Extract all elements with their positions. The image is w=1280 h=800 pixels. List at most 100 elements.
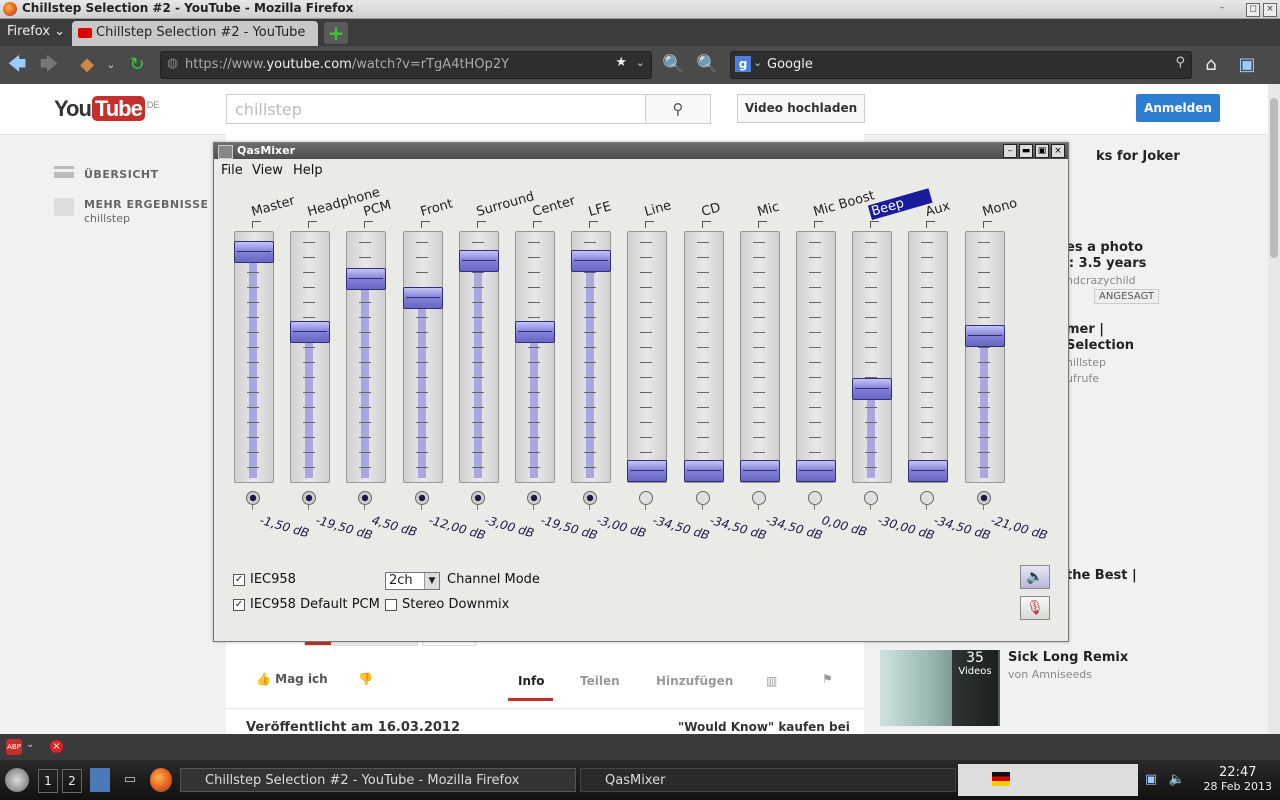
network-icon[interactable]: ▣ bbox=[1142, 768, 1160, 792]
capture-mic-button[interactable]: 🎙 bbox=[1020, 596, 1050, 620]
channel-switch-lfe[interactable] bbox=[583, 491, 597, 510]
web-search-input[interactable]: g ⌄ Google ⚲ bbox=[730, 51, 1192, 79]
zoom-out-icon[interactable]: 🔍 bbox=[662, 54, 684, 76]
guide-item-more-results[interactable]: MEHR ERGEBNISSE chillstep bbox=[54, 196, 224, 228]
channel-mode-select[interactable]: 2ch ▼ bbox=[385, 572, 440, 590]
channel-switch-line[interactable] bbox=[639, 491, 653, 510]
volume-slider-surround[interactable] bbox=[459, 231, 499, 483]
slider-handle[interactable] bbox=[459, 250, 499, 272]
volume-slider-beep[interactable] bbox=[852, 231, 892, 483]
channel-switch-mic-boost[interactable] bbox=[808, 491, 822, 510]
mixer-minimize-button[interactable]: – bbox=[1003, 144, 1017, 158]
slider-handle[interactable] bbox=[965, 325, 1005, 347]
slider-handle[interactable] bbox=[403, 287, 443, 309]
slider-handle[interactable] bbox=[290, 321, 330, 343]
bookmarks-menu-icon[interactable]: ▣ bbox=[1236, 54, 1258, 76]
volume-slider-front[interactable] bbox=[403, 231, 443, 483]
home-icon[interactable]: ⌂ bbox=[1200, 54, 1222, 76]
slider-handle[interactable] bbox=[684, 460, 724, 482]
url-dropdown-icon[interactable]: ⌄ bbox=[636, 56, 645, 69]
slider-handle[interactable] bbox=[234, 241, 274, 263]
guide-item-overview[interactable]: ÜBERSICHT bbox=[54, 164, 224, 196]
slider-handle[interactable] bbox=[908, 460, 948, 482]
buy-link[interactable]: "Would Know" kaufen bei bbox=[678, 720, 850, 734]
flag-icon[interactable]: ⚑ bbox=[822, 672, 833, 686]
zoom-in-icon[interactable]: 🔍 bbox=[696, 54, 718, 76]
binoculars-icon[interactable]: ⚲ bbox=[1175, 55, 1185, 70]
page-scrollbar[interactable] bbox=[1268, 84, 1280, 734]
iec958-checkbox[interactable]: ✓ bbox=[233, 574, 245, 586]
firefox-launcher-icon[interactable] bbox=[150, 768, 172, 792]
url-bar[interactable]: ◍ https://www.youtube.com/watch?v=rTgA4t… bbox=[160, 51, 652, 79]
slider-handle[interactable] bbox=[627, 460, 667, 482]
tab-youtube[interactable]: Chillstep Selection #2 - YouTube bbox=[72, 21, 318, 46]
slider-handle[interactable] bbox=[740, 460, 780, 482]
related-title[interactable]: Selection bbox=[1066, 338, 1134, 353]
slider-handle[interactable] bbox=[515, 321, 555, 343]
file-manager-icon[interactable] bbox=[90, 768, 110, 792]
mixer-shade-button[interactable]: ▬ bbox=[1019, 144, 1033, 158]
playback-speaker-button[interactable]: 🔈 bbox=[1020, 565, 1050, 589]
mixer-maximize-button[interactable]: ▣ bbox=[1035, 144, 1049, 158]
channel-switch-headphone[interactable] bbox=[302, 491, 316, 510]
stats-icon[interactable]: ▥ bbox=[766, 674, 777, 688]
error-icon[interactable]: × bbox=[50, 740, 63, 753]
close-button[interactable]: × bbox=[1263, 3, 1277, 17]
volume-slider-cd[interactable] bbox=[684, 231, 724, 483]
forward-arrow-icon[interactable]: 🡆 bbox=[38, 54, 60, 76]
reload-icon[interactable]: ↻ bbox=[126, 54, 148, 76]
workspace-1[interactable]: 1 bbox=[38, 769, 58, 793]
channel-switch-master[interactable] bbox=[246, 491, 260, 510]
slider-handle[interactable] bbox=[346, 268, 386, 290]
chevron-down-icon[interactable]: ⌄ bbox=[100, 54, 122, 76]
volume-slider-lfe[interactable] bbox=[571, 231, 611, 483]
desktop-icon[interactable]: ▭ bbox=[120, 768, 140, 792]
related-title[interactable]: the Best | bbox=[1066, 568, 1137, 583]
mixer-close-button[interactable]: × bbox=[1051, 144, 1065, 158]
adblock-icon[interactable]: ABP bbox=[6, 739, 22, 755]
task-qasmixer[interactable]: QasMixer bbox=[580, 768, 956, 792]
workspace-2[interactable]: 2 bbox=[62, 769, 82, 793]
tab-add[interactable]: Hinzufügen bbox=[656, 674, 733, 688]
video-thumbnail[interactable]: 35 Videos bbox=[880, 650, 1000, 726]
maximize-button[interactable]: ◻ bbox=[1246, 3, 1260, 17]
channel-switch-cd[interactable] bbox=[696, 491, 710, 510]
youtube-search-button[interactable]: ⚲ bbox=[645, 94, 711, 124]
related-title[interactable]: ks for Joker bbox=[1096, 149, 1180, 164]
volume-slider-aux[interactable] bbox=[908, 231, 948, 483]
volume-slider-pcm[interactable] bbox=[346, 231, 386, 483]
related-title[interactable]: mer | bbox=[1066, 322, 1104, 337]
firefox-menu-button[interactable]: Firefox ⌄ bbox=[7, 24, 65, 39]
volume-slider-mono[interactable] bbox=[965, 231, 1005, 483]
keyboard-layout-flag-icon[interactable] bbox=[992, 772, 1010, 786]
volume-slider-master[interactable] bbox=[234, 231, 274, 483]
upload-button[interactable]: Video hochladen bbox=[737, 94, 865, 123]
channel-switch-pcm[interactable] bbox=[358, 491, 372, 510]
iec958-default-checkbox[interactable]: ✓ bbox=[233, 599, 245, 611]
scrollbar-thumb[interactable] bbox=[1270, 98, 1278, 258]
volume-slider-mic-boost[interactable] bbox=[796, 231, 836, 483]
menu-view[interactable]: View bbox=[252, 163, 283, 178]
slider-handle[interactable] bbox=[796, 460, 836, 482]
bookmark-star-icon[interactable]: ★ bbox=[615, 55, 627, 70]
channel-switch-mic[interactable] bbox=[752, 491, 766, 510]
channel-switch-center[interactable] bbox=[527, 491, 541, 510]
tab-info[interactable]: Info bbox=[518, 674, 544, 688]
menu-help[interactable]: Help bbox=[293, 163, 323, 178]
channel-switch-mono[interactable] bbox=[977, 491, 991, 510]
minimize-button[interactable]: – bbox=[1216, 3, 1228, 15]
channel-switch-front[interactable] bbox=[415, 491, 429, 510]
slider-handle[interactable] bbox=[852, 378, 892, 400]
youtube-search-input[interactable]: chillstep bbox=[226, 94, 646, 124]
back-arrow-icon[interactable]: 🡄 bbox=[6, 54, 28, 76]
volume-slider-line[interactable] bbox=[627, 231, 667, 483]
slider-handle[interactable] bbox=[571, 250, 611, 272]
volume-slider-headphone[interactable] bbox=[290, 231, 330, 483]
chevron-down-icon[interactable]: ⌄ bbox=[26, 739, 34, 750]
volume-icon[interactable]: 🔈 bbox=[1168, 768, 1186, 792]
task-firefox[interactable]: Chillstep Selection #2 - YouTube - Mozil… bbox=[180, 768, 576, 792]
like-button[interactable]: 👍 Mag ich bbox=[256, 672, 328, 686]
youtube-logo[interactable]: You Tube DE bbox=[54, 96, 159, 122]
related-title[interactable]: Sick Long Remix bbox=[1008, 650, 1128, 665]
dislike-button[interactable]: 👎 bbox=[358, 672, 373, 686]
